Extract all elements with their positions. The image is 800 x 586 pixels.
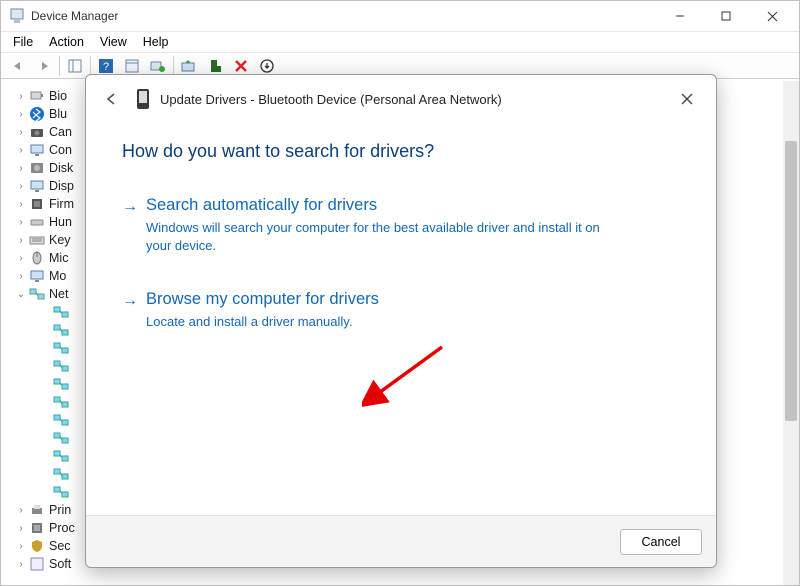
svg-text:?: ?: [103, 61, 109, 73]
window-title: Device Manager: [31, 9, 118, 23]
back-icon[interactable]: [6, 55, 30, 77]
netadapter-icon: [53, 358, 69, 374]
bluetooth-icon: [29, 106, 45, 122]
tree-item-label: Proc: [49, 521, 75, 535]
device-manager-window: Device Manager File Action View Help ? ›…: [0, 0, 800, 586]
battery-icon: [29, 88, 45, 104]
tree-item-label: Con: [49, 143, 72, 157]
option-title: Browse my computer for drivers: [146, 290, 379, 309]
tree-item-label: Sec: [49, 539, 71, 553]
monitor-icon: [29, 268, 45, 284]
option-browse-computer[interactable]: → Browse my computer for drivers Locate …: [122, 290, 680, 331]
mouse-icon: [29, 250, 45, 266]
menubar: File Action View Help: [1, 31, 799, 53]
dialog-back-button[interactable]: [100, 87, 124, 111]
netadapter-icon: [53, 304, 69, 320]
cancel-button[interactable]: Cancel: [620, 529, 702, 555]
netadapter-icon: [53, 340, 69, 356]
tree-item-label: Mic: [49, 251, 68, 265]
maximize-button[interactable]: [703, 1, 749, 31]
hid-icon: [29, 214, 45, 230]
netadapter-icon: [53, 466, 69, 482]
printer-icon: [29, 502, 45, 518]
netadapter-icon: [53, 430, 69, 446]
menu-file[interactable]: File: [5, 33, 41, 51]
dialog-close-button[interactable]: [668, 84, 706, 114]
dialog-footer: Cancel: [86, 515, 716, 567]
security-icon: [29, 538, 45, 554]
software-icon: [29, 556, 45, 572]
tree-item-label: Disp: [49, 179, 74, 193]
netadapter-icon: [53, 484, 69, 500]
network-icon: [29, 286, 45, 302]
tree-item-label: Can: [49, 125, 72, 139]
menu-help[interactable]: Help: [135, 33, 177, 51]
tree-item-label: Hun: [49, 215, 72, 229]
dialog-header: Update Drivers - Bluetooth Device (Perso…: [86, 75, 716, 123]
option-description: Windows will search your computer for th…: [146, 219, 626, 254]
tree-item-label: Net: [49, 287, 68, 301]
annotation-arrow: [362, 339, 452, 409]
titlebar: Device Manager: [1, 1, 799, 31]
app-icon: [9, 8, 25, 24]
netadapter-icon: [53, 448, 69, 464]
option-title: Search automatically for drivers: [146, 196, 626, 215]
minimize-button[interactable]: [657, 1, 703, 31]
arrow-icon: →: [122, 290, 146, 331]
keyboard-icon: [29, 232, 45, 248]
tree-item-label: Key: [49, 233, 71, 247]
option-search-automatically[interactable]: → Search automatically for drivers Windo…: [122, 196, 680, 254]
arrow-icon: →: [122, 196, 146, 254]
close-button[interactable]: [749, 1, 795, 31]
dialog-heading: How do you want to search for drivers?: [122, 141, 680, 162]
monitor-icon: [29, 142, 45, 158]
cpu-icon: [29, 520, 45, 536]
tree-item-label: Blu: [49, 107, 67, 121]
tree-item-label: Bio: [49, 89, 67, 103]
vertical-scrollbar[interactable]: [783, 81, 799, 585]
netadapter-icon: [53, 322, 69, 338]
netadapter-icon: [53, 412, 69, 428]
menu-action[interactable]: Action: [41, 33, 92, 51]
show-hide-tree-icon[interactable]: [63, 55, 87, 77]
menu-view[interactable]: View: [92, 33, 135, 51]
monitor-icon: [29, 178, 45, 194]
netadapter-icon: [53, 376, 69, 392]
dialog-title: Update Drivers - Bluetooth Device (Perso…: [160, 92, 502, 107]
chip-icon: [29, 196, 45, 212]
option-description: Locate and install a driver manually.: [146, 313, 379, 331]
tree-item-label: Prin: [49, 503, 71, 517]
device-icon: [134, 88, 152, 110]
disk-icon: [29, 160, 45, 176]
tree-item-label: Disk: [49, 161, 73, 175]
camera-icon: [29, 124, 45, 140]
netadapter-icon: [53, 394, 69, 410]
update-drivers-dialog: Update Drivers - Bluetooth Device (Perso…: [85, 74, 717, 568]
scrollbar-thumb[interactable]: [785, 141, 797, 421]
tree-item-label: Firm: [49, 197, 74, 211]
tree-item-label: Soft: [49, 557, 71, 571]
forward-icon[interactable]: [32, 55, 56, 77]
tree-item-label: Mo: [49, 269, 66, 283]
